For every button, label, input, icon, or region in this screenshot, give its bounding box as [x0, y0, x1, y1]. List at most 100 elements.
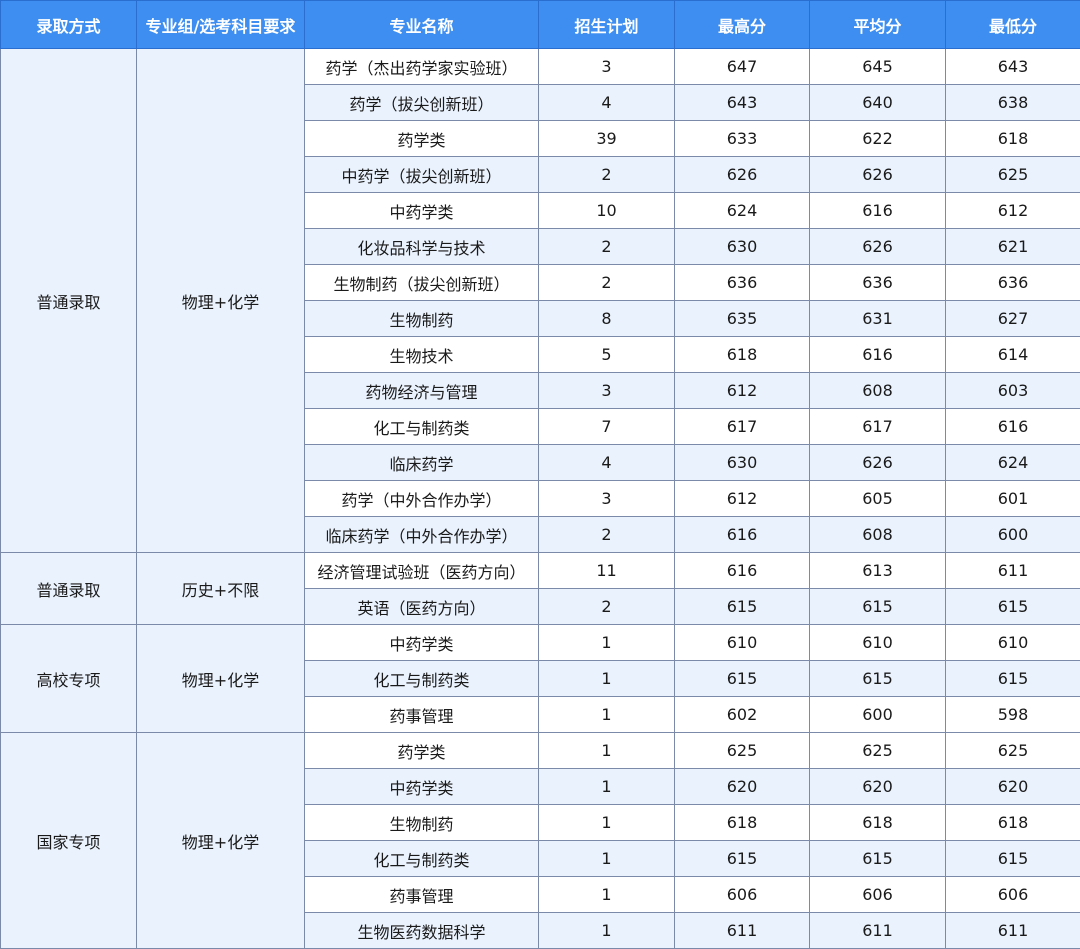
major-name-cell: 生物制药: [305, 805, 539, 841]
max-score-cell: 612: [675, 481, 810, 517]
major-name-cell: 药物经济与管理: [305, 373, 539, 409]
min-score-cell: 615: [946, 589, 1080, 625]
max-score-cell: 617: [675, 409, 810, 445]
table-body: 普通录取物理+化学药学（杰出药学家实验班）3647645643药学（拔尖创新班）…: [1, 49, 1080, 949]
max-score-cell: 643: [675, 85, 810, 121]
max-score-cell: 647: [675, 49, 810, 85]
min-score-cell: 615: [946, 661, 1080, 697]
min-score-cell: 610: [946, 625, 1080, 661]
avg-score-cell: 616: [810, 337, 946, 373]
min-score-cell: 618: [946, 805, 1080, 841]
avg-score-cell: 606: [810, 877, 946, 913]
avg-score-cell: 645: [810, 49, 946, 85]
major-name-cell: 生物技术: [305, 337, 539, 373]
avg-score-cell: 615: [810, 841, 946, 877]
min-score-cell: 611: [946, 913, 1080, 949]
plan-cell: 2: [539, 265, 675, 301]
plan-cell: 1: [539, 877, 675, 913]
max-score-cell: 630: [675, 445, 810, 481]
min-score-cell: 638: [946, 85, 1080, 121]
max-score-cell: 620: [675, 769, 810, 805]
plan-cell: 3: [539, 481, 675, 517]
min-score-cell: 627: [946, 301, 1080, 337]
avg-score-cell: 640: [810, 85, 946, 121]
admission-method-cell: 普通录取: [1, 49, 137, 553]
major-name-cell: 中药学类: [305, 193, 539, 229]
plan-cell: 4: [539, 445, 675, 481]
max-score-cell: 625: [675, 733, 810, 769]
plan-cell: 3: [539, 373, 675, 409]
avg-score-cell: 617: [810, 409, 946, 445]
min-score-cell: 612: [946, 193, 1080, 229]
plan-cell: 1: [539, 841, 675, 877]
max-score-cell: 611: [675, 913, 810, 949]
major-name-cell: 药学类: [305, 733, 539, 769]
header-major-name: 专业名称: [305, 1, 539, 49]
max-score-cell: 616: [675, 553, 810, 589]
plan-cell: 1: [539, 733, 675, 769]
major-name-cell: 临床药学（中外合作办学）: [305, 517, 539, 553]
subject-group-cell: 物理+化学: [137, 733, 305, 949]
max-score-cell: 610: [675, 625, 810, 661]
avg-score-cell: 636: [810, 265, 946, 301]
avg-score-cell: 615: [810, 661, 946, 697]
plan-cell: 10: [539, 193, 675, 229]
avg-score-cell: 608: [810, 373, 946, 409]
min-score-cell: 615: [946, 841, 1080, 877]
plan-cell: 2: [539, 517, 675, 553]
plan-cell: 1: [539, 625, 675, 661]
table-row: 国家专项物理+化学药学类1625625625: [1, 733, 1080, 769]
min-score-cell: 621: [946, 229, 1080, 265]
avg-score-cell: 626: [810, 445, 946, 481]
avg-score-cell: 622: [810, 121, 946, 157]
max-score-cell: 636: [675, 265, 810, 301]
major-name-cell: 化工与制药类: [305, 841, 539, 877]
major-name-cell: 临床药学: [305, 445, 539, 481]
major-name-cell: 药学（中外合作办学）: [305, 481, 539, 517]
major-name-cell: 化妆品科学与技术: [305, 229, 539, 265]
major-name-cell: 药学（拔尖创新班）: [305, 85, 539, 121]
max-score-cell: 615: [675, 589, 810, 625]
major-name-cell: 生物医药数据科学: [305, 913, 539, 949]
avg-score-cell: 605: [810, 481, 946, 517]
table-row: 普通录取物理+化学药学（杰出药学家实验班）3647645643: [1, 49, 1080, 85]
avg-score-cell: 620: [810, 769, 946, 805]
plan-cell: 8: [539, 301, 675, 337]
major-name-cell: 药学类: [305, 121, 539, 157]
max-score-cell: 624: [675, 193, 810, 229]
min-score-cell: 598: [946, 697, 1080, 733]
max-score-cell: 606: [675, 877, 810, 913]
major-name-cell: 药事管理: [305, 697, 539, 733]
table-row: 高校专项物理+化学中药学类1610610610: [1, 625, 1080, 661]
major-name-cell: 中药学（拔尖创新班）: [305, 157, 539, 193]
subject-group-cell: 历史+不限: [137, 553, 305, 625]
min-score-cell: 616: [946, 409, 1080, 445]
plan-cell: 11: [539, 553, 675, 589]
header-avg-score: 平均分: [810, 1, 946, 49]
plan-cell: 2: [539, 589, 675, 625]
major-name-cell: 化工与制药类: [305, 409, 539, 445]
min-score-cell: 625: [946, 733, 1080, 769]
plan-cell: 1: [539, 661, 675, 697]
admission-method-cell: 国家专项: [1, 733, 137, 949]
min-score-cell: 611: [946, 553, 1080, 589]
major-name-cell: 生物制药: [305, 301, 539, 337]
plan-cell: 2: [539, 229, 675, 265]
avg-score-cell: 615: [810, 589, 946, 625]
avg-score-cell: 611: [810, 913, 946, 949]
avg-score-cell: 616: [810, 193, 946, 229]
plan-cell: 1: [539, 913, 675, 949]
plan-cell: 3: [539, 49, 675, 85]
plan-cell: 39: [539, 121, 675, 157]
max-score-cell: 615: [675, 841, 810, 877]
major-name-cell: 中药学类: [305, 769, 539, 805]
plan-cell: 1: [539, 769, 675, 805]
plan-cell: 1: [539, 697, 675, 733]
avg-score-cell: 626: [810, 229, 946, 265]
min-score-cell: 606: [946, 877, 1080, 913]
plan-cell: 5: [539, 337, 675, 373]
max-score-cell: 618: [675, 337, 810, 373]
max-score-cell: 615: [675, 661, 810, 697]
max-score-cell: 612: [675, 373, 810, 409]
avg-score-cell: 631: [810, 301, 946, 337]
